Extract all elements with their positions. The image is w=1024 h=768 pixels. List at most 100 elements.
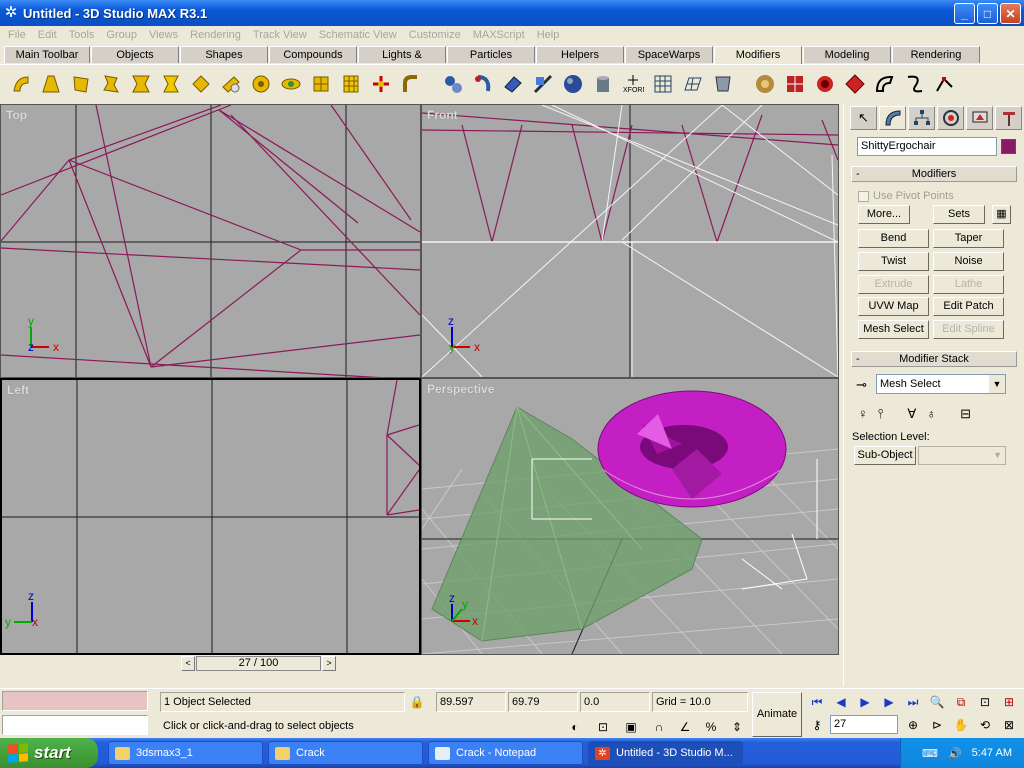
menu-help[interactable]: Help <box>531 29 566 41</box>
viewport-front[interactable]: z x y Front <box>421 104 839 378</box>
ripple-tool-icon[interactable] <box>216 69 246 99</box>
previous-frame-icon[interactable]: ◀ <box>830 692 852 712</box>
show-end-result-icon[interactable]: ⫯ <box>878 406 884 422</box>
menu-maxscript[interactable]: MAXScript <box>467 29 531 41</box>
active-inactive-icon[interactable]: ♀ <box>858 406 868 422</box>
task-crack-folder[interactable]: Crack <box>268 741 423 765</box>
lattice-tool-icon[interactable] <box>306 69 336 99</box>
menu-edit[interactable]: Edit <box>32 29 63 41</box>
utilities-tab-hammer-icon[interactable] <box>995 106 1022 130</box>
ffd-tool-icon[interactable] <box>336 69 366 99</box>
field-of-view-icon[interactable]: ⊳ <box>926 715 948 735</box>
menu-file[interactable]: File <box>2 29 32 41</box>
time-prev-button[interactable]: < <box>181 656 195 671</box>
viewport-left[interactable]: z y x Left <box>0 378 421 655</box>
tab-helpers[interactable]: Helpers <box>536 46 624 63</box>
pan-hand-icon[interactable]: ✋ <box>950 715 972 735</box>
tab-lights-cameras[interactable]: Lights & Cameras <box>358 46 446 77</box>
patch-select-tool-icon[interactable] <box>498 69 528 99</box>
start-button[interactable]: start <box>0 738 98 768</box>
sub-object-button[interactable]: Sub-Object <box>854 446 916 465</box>
viewport-top[interactable]: y x z Top <box>0 104 421 378</box>
close-button[interactable]: ✕ <box>1000 3 1021 24</box>
smooth-tool-icon[interactable] <box>810 69 840 99</box>
task-3d-studio-max[interactable]: ✲ Untitled - 3D Studio M... <box>588 741 743 765</box>
time-next-button[interactable]: > <box>322 656 336 671</box>
sphere-tool-icon[interactable] <box>558 69 588 99</box>
material-tool-icon[interactable] <box>780 69 810 99</box>
maxscript-mini-listener-field[interactable] <box>2 715 148 735</box>
menu-track-view[interactable]: Track View <box>247 29 313 41</box>
viewport-perspective[interactable]: z x y Perspective <box>421 378 839 655</box>
spinner-snap-icon[interactable]: ⇕ <box>726 717 748 737</box>
tab-modifiers[interactable]: Modifiers <box>714 46 802 64</box>
angle-snap-icon[interactable]: ∠ <box>674 717 696 737</box>
3d-snap-icon[interactable]: ∩ <box>648 717 670 737</box>
xform-tool-icon[interactable]: XFORM <box>618 69 648 99</box>
noise-tool-icon[interactable] <box>96 69 126 99</box>
region-zoom-icon[interactable]: ⊕ <box>902 715 924 735</box>
play-icon[interactable]: ▶ <box>854 692 876 712</box>
menu-tools[interactable]: Tools <box>63 29 101 41</box>
zoom-extents-all-icon[interactable]: ⊞ <box>998 692 1020 712</box>
zoom-icon[interactable]: 🔍 <box>926 692 948 712</box>
motion-tab-icon[interactable] <box>937 106 964 130</box>
bend-tool-icon[interactable] <box>6 69 36 99</box>
next-frame-icon[interactable]: ▶ <box>878 692 900 712</box>
zoom-extents-icon[interactable]: ⊡ <box>974 692 996 712</box>
menu-customize[interactable]: Customize <box>403 29 467 41</box>
shell-tool-icon[interactable] <box>708 69 738 99</box>
object-name-field[interactable]: ShittyErgochair <box>857 137 997 156</box>
minimize-button[interactable]: _ <box>954 3 975 24</box>
taper-button[interactable]: Taper <box>933 229 1004 248</box>
tab-shapes[interactable]: Shapes <box>180 46 268 63</box>
tab-compounds[interactable]: Compounds <box>269 46 357 63</box>
maximize-button[interactable]: □ <box>977 3 998 24</box>
percent-snap-icon[interactable]: % <box>700 717 722 737</box>
degradation-override-icon[interactable]: ◐ <box>564 717 586 737</box>
time-slider-thumb[interactable]: 27 / 100 <box>196 656 321 671</box>
mesh-select-tool-icon[interactable] <box>438 69 468 99</box>
tab-spacewarps[interactable]: SpaceWarps <box>625 46 713 63</box>
stretch-tool-icon[interactable] <box>126 69 156 99</box>
uvw-map-button[interactable]: UVW Map <box>858 297 929 316</box>
hierarchy-tab-icon[interactable] <box>908 106 935 130</box>
menu-group[interactable]: Group <box>100 29 143 41</box>
bend-button[interactable]: Bend <box>858 229 929 248</box>
surface-tool-icon[interactable] <box>870 69 900 99</box>
arc-rotate-icon[interactable]: ⟲ <box>974 715 996 735</box>
modifiers-rollout-header[interactable]: - Modifiers <box>851 166 1017 182</box>
task-crack-notepad[interactable]: Crack - Notepad <box>428 741 583 765</box>
task-3dsmax3-folder[interactable]: 3dsmax3_1 <box>108 741 263 765</box>
menu-rendering[interactable]: Rendering <box>184 29 247 41</box>
taper-tool-icon[interactable] <box>36 69 66 99</box>
use-pivot-points-option[interactable]: Use Pivot Points <box>858 190 954 202</box>
cylinder-tool-icon[interactable] <box>588 69 618 99</box>
create-tab-arrow-icon[interactable]: ↖ <box>850 106 877 130</box>
tab-main-toolbar[interactable]: Main Toolbar <box>4 46 90 63</box>
current-frame-field[interactable]: 27 <box>830 715 898 734</box>
modify-tab-icon[interactable] <box>879 106 906 130</box>
window-crossing-icon[interactable]: ⊡ <box>592 717 614 737</box>
tab-particles[interactable]: Particles <box>447 46 535 63</box>
wave-tool-icon[interactable] <box>246 69 276 99</box>
remove-modifier-icon[interactable]: ♁ <box>926 406 936 422</box>
key-mode-icon[interactable]: ⚷ <box>806 715 828 735</box>
edit-patch-tool-icon[interactable] <box>678 69 708 99</box>
configure-sets-icon[interactable]: ▦ <box>992 205 1011 224</box>
goto-end-icon[interactable]: ⏭ <box>902 692 924 712</box>
spline-tool-icon[interactable] <box>930 69 960 99</box>
tray-volume-icon[interactable]: 🔊 <box>948 747 962 760</box>
path-deform-tool-icon[interactable] <box>396 69 426 99</box>
edit-patch-button[interactable]: Edit Patch <box>933 297 1004 316</box>
edit-mesh-tool-icon[interactable] <box>648 69 678 99</box>
lock-selection-icon[interactable]: 🔒 <box>406 692 428 712</box>
poly-select-tool-icon[interactable] <box>468 69 498 99</box>
mesh-select-button[interactable]: Mesh Select <box>858 320 929 339</box>
cross-section-tool-icon[interactable] <box>900 69 930 99</box>
edit-stack-icon[interactable]: ⊟ <box>960 406 971 422</box>
tray-network-icon[interactable]: ⌨ <box>922 747 938 760</box>
more-button[interactable]: More... <box>858 205 910 224</box>
tab-objects[interactable]: Objects <box>91 46 179 63</box>
use-pivot-points-checkbox[interactable] <box>858 190 869 202</box>
